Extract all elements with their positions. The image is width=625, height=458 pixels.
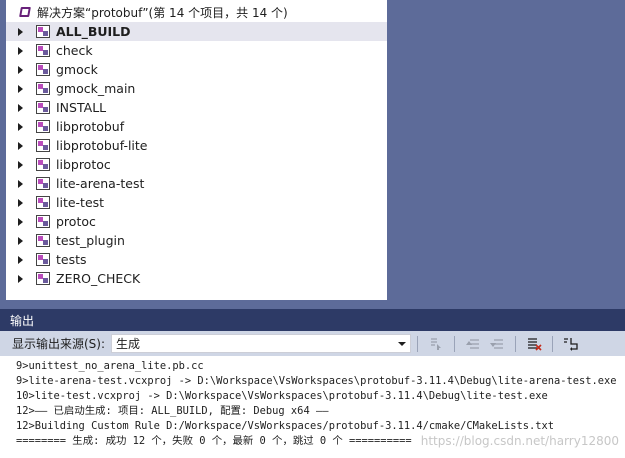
output-toolbar: 显示输出来源(S): 生成 bbox=[0, 331, 625, 356]
project-item[interactable]: lite-arena-test bbox=[6, 174, 387, 193]
cpp-project-icon bbox=[36, 101, 50, 114]
expand-caret-icon[interactable] bbox=[18, 103, 23, 112]
output-line: 12>Building Custom Rule D:/Workspace/VsW… bbox=[16, 420, 554, 432]
project-name: check bbox=[56, 43, 93, 58]
expand-caret-icon[interactable] bbox=[18, 179, 23, 188]
project-item[interactable]: INSTALL bbox=[6, 98, 387, 117]
cpp-project-icon bbox=[36, 82, 50, 95]
expand-caret-icon[interactable] bbox=[18, 255, 23, 264]
expand-caret-icon[interactable] bbox=[18, 27, 23, 36]
project-item[interactable]: gmock bbox=[6, 60, 387, 79]
clear-all-icon[interactable] bbox=[525, 335, 543, 353]
output-source-select[interactable]: 生成 bbox=[111, 334, 412, 353]
project-item[interactable]: libprotobuf-lite bbox=[6, 136, 387, 155]
project-item[interactable]: libprotobuf bbox=[6, 117, 387, 136]
project-name: libprotobuf bbox=[56, 119, 125, 134]
project-name: ALL_BUILD bbox=[56, 24, 131, 39]
cpp-project-icon bbox=[36, 139, 50, 152]
cpp-project-icon bbox=[36, 272, 50, 285]
cpp-project-icon bbox=[36, 253, 50, 266]
output-text-area[interactable]: 9>unittest_no_arena_lite.pb.cc 9>lite-are… bbox=[0, 356, 625, 458]
expand-caret-icon[interactable] bbox=[18, 141, 23, 150]
cpp-project-icon bbox=[36, 44, 50, 57]
goto-code-icon[interactable] bbox=[427, 335, 445, 353]
project-item[interactable]: libprotoc bbox=[6, 155, 387, 174]
expand-caret-icon[interactable] bbox=[18, 236, 23, 245]
project-item[interactable]: gmock_main bbox=[6, 79, 387, 98]
project-item[interactable]: protoc bbox=[6, 212, 387, 231]
toolbar-separator bbox=[515, 335, 517, 352]
cpp-project-icon bbox=[36, 234, 50, 247]
project-name: protoc bbox=[56, 214, 96, 229]
output-line: 9>unittest_no_arena_lite.pb.cc bbox=[16, 360, 204, 372]
project-name: test_plugin bbox=[56, 233, 125, 248]
expand-caret-icon[interactable] bbox=[18, 65, 23, 74]
cpp-project-icon bbox=[36, 177, 50, 190]
project-name: lite-test bbox=[56, 195, 105, 210]
cpp-project-icon bbox=[36, 25, 50, 38]
output-line: 9>lite-arena-test.vcxproj -> D:\Workspac… bbox=[16, 375, 617, 387]
previous-message-icon[interactable] bbox=[464, 335, 482, 353]
toolbar-separator bbox=[454, 335, 456, 352]
toolbar-separator bbox=[417, 335, 419, 352]
project-name: libprotoc bbox=[56, 157, 111, 172]
solution-title: 解决方案“protobuf”(第 14 个项目，共 14 个) bbox=[37, 5, 288, 20]
cpp-project-icon bbox=[36, 63, 50, 76]
expand-caret-icon[interactable] bbox=[18, 274, 23, 283]
expand-caret-icon[interactable] bbox=[18, 198, 23, 207]
cpp-project-icon bbox=[36, 196, 50, 209]
watermark: https://blog.csdn.net/harry12800 bbox=[420, 434, 619, 448]
project-name: gmock bbox=[56, 62, 98, 77]
expand-caret-icon[interactable] bbox=[18, 122, 23, 131]
visual-studio-solution-icon bbox=[18, 6, 32, 18]
project-item[interactable]: ZERO_CHECK bbox=[6, 269, 387, 288]
project-item[interactable]: test_plugin bbox=[6, 231, 387, 250]
solution-root[interactable]: 解决方案“protobuf”(第 14 个项目，共 14 个) bbox=[6, 4, 387, 20]
project-name: INSTALL bbox=[56, 100, 107, 115]
cpp-project-icon bbox=[36, 120, 50, 133]
cpp-project-icon bbox=[36, 158, 50, 171]
expand-caret-icon[interactable] bbox=[18, 46, 23, 55]
expand-caret-icon[interactable] bbox=[18, 217, 23, 226]
project-name: ZERO_CHECK bbox=[56, 271, 141, 286]
output-line: 10>lite-test.vcxproj -> D:\Workspace\VsW… bbox=[16, 390, 548, 402]
toolbar-separator bbox=[552, 335, 554, 352]
chevron-down-icon bbox=[398, 341, 407, 346]
project-item[interactable]: tests bbox=[6, 250, 387, 269]
output-source-value: 生成 bbox=[116, 337, 141, 351]
cpp-project-icon bbox=[36, 215, 50, 228]
project-name: libprotobuf-lite bbox=[56, 138, 148, 153]
project-item[interactable]: check bbox=[6, 41, 387, 60]
output-panel-title: 输出 bbox=[0, 309, 625, 331]
project-item[interactable]: ALL_BUILD bbox=[6, 22, 387, 41]
next-message-icon[interactable] bbox=[488, 335, 506, 353]
project-name: tests bbox=[56, 252, 87, 267]
expand-caret-icon[interactable] bbox=[18, 160, 23, 169]
word-wrap-icon[interactable] bbox=[562, 335, 580, 353]
expand-caret-icon[interactable] bbox=[18, 84, 23, 93]
project-name: gmock_main bbox=[56, 81, 136, 96]
project-item[interactable]: lite-test bbox=[6, 193, 387, 212]
output-line: 12>—— 已启动生成: 项目: ALL_BUILD, 配置: Debug x6… bbox=[16, 405, 329, 417]
output-source-label: 显示输出来源(S): bbox=[12, 337, 106, 351]
project-name: lite-arena-test bbox=[56, 176, 145, 191]
solution-explorer: 解决方案“protobuf”(第 14 个项目，共 14 个) ALL_BUIL… bbox=[6, 0, 387, 300]
